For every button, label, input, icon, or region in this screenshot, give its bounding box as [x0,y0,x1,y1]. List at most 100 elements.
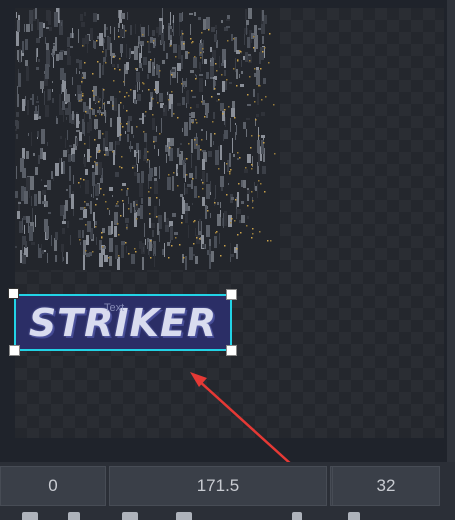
tile [142,68,143,71]
refresh-icon[interactable] [22,512,38,520]
tile [145,239,146,245]
tile [201,129,203,131]
tile [258,127,259,141]
tile [261,24,265,34]
tile [86,106,89,114]
tile [89,136,90,151]
tile [110,96,114,101]
tile [99,63,101,78]
tile [190,70,194,73]
undo-icon[interactable] [348,512,360,520]
tile [184,183,185,195]
tile [164,212,166,222]
tile [237,192,239,207]
tile [76,59,79,63]
position-y-field[interactable]: 171.5 [109,466,327,506]
tile [48,89,51,100]
tile [167,177,171,190]
tile-dot [92,251,94,253]
tile [96,198,98,200]
tile [79,132,82,141]
tile [32,208,33,222]
tile [115,205,119,207]
tile [247,216,249,219]
resize-handle-bottom-right[interactable] [226,345,237,356]
tile-dot [226,79,228,81]
tile [112,195,113,197]
tile [181,55,183,69]
tile [26,216,30,223]
tile [78,29,79,43]
tile [64,73,66,81]
tile-dot [101,114,103,116]
tile [219,56,220,68]
tile [230,254,234,257]
tile [154,145,155,149]
tile [236,197,237,209]
tile [134,99,136,104]
tile [223,213,224,228]
tile [159,166,160,179]
tile [55,255,57,262]
tile [80,14,83,21]
resize-handle-bottom-left[interactable] [9,345,20,356]
tile [121,13,125,19]
tile-dot [153,40,155,42]
tile-dot [118,234,120,236]
tile [45,37,46,44]
tile [79,71,80,74]
editor-scrollbar[interactable] [447,0,455,462]
tile [199,74,203,76]
pivot-handle[interactable] [8,288,19,299]
tile [158,28,159,37]
delete-icon[interactable] [176,512,192,520]
position-x-field[interactable]: 0 [0,466,106,506]
tile-dot [159,133,161,135]
tile-dot [102,51,104,53]
selected-sprite-text[interactable]: STRIKER Text [14,294,232,351]
height-field[interactable]: 32 [332,466,440,506]
tile [117,64,119,68]
tile [174,232,178,235]
tile [236,125,237,135]
tile [80,185,81,188]
tile-dot [228,106,230,108]
tile [63,161,65,174]
tile [52,81,53,83]
tile [166,154,167,163]
tile [103,38,104,50]
tile [97,14,99,20]
resize-handle-top-right[interactable] [226,289,237,300]
crop-icon[interactable] [122,512,138,520]
tile [61,84,62,94]
tile [144,223,145,237]
tile [190,24,191,35]
tile-dot [227,40,229,42]
tile [256,114,259,117]
pointer-icon[interactable] [68,512,80,520]
tile [47,142,48,146]
tile [65,89,67,102]
tile [253,89,255,97]
tile-dot [130,89,132,91]
tile-dot [253,47,255,49]
tile-dot [192,122,194,124]
tile-dot [250,147,252,149]
tile [114,27,115,40]
tile [121,245,124,258]
tile-dot [188,52,190,54]
tile [195,228,196,236]
tile [151,223,155,228]
tile [65,138,66,148]
tile-dot [85,250,87,252]
sprite-canvas[interactable] [15,8,444,438]
tile [139,118,142,120]
tile-dot [105,201,107,203]
tile [246,20,249,25]
edit-icon[interactable] [292,512,302,520]
tile [241,71,243,74]
tile [184,158,186,162]
tile [169,43,170,47]
tile [217,202,219,205]
tile [92,172,95,186]
